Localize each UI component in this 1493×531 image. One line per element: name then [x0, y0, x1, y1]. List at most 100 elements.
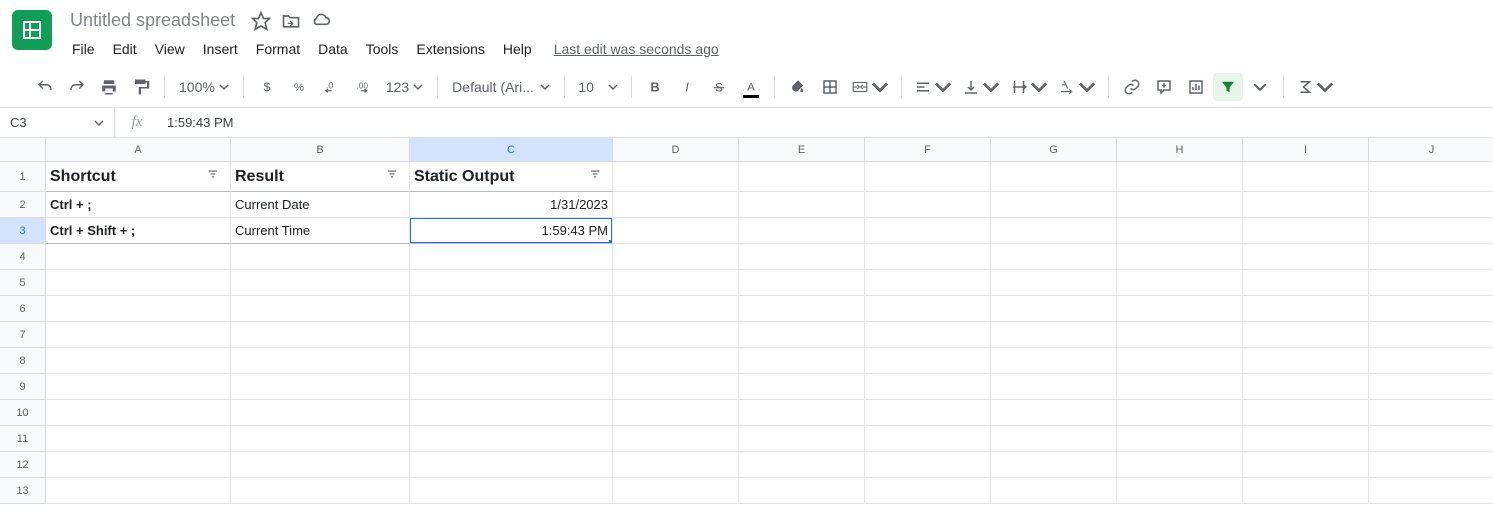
filter-icon[interactable] [385, 167, 405, 186]
cell-F10[interactable] [865, 400, 991, 426]
column-header-D[interactable]: D [613, 138, 739, 162]
cell-A5[interactable] [46, 270, 231, 296]
cell-D9[interactable] [613, 374, 739, 400]
cell-H5[interactable] [1117, 270, 1243, 296]
cell-I9[interactable] [1243, 374, 1369, 400]
cell-J4[interactable] [1369, 244, 1493, 270]
cell-J6[interactable] [1369, 296, 1493, 322]
cell-F9[interactable] [865, 374, 991, 400]
cell-A7[interactable] [46, 322, 231, 348]
move-folder-icon[interactable] [281, 11, 301, 31]
cell-B2[interactable]: Current Date [231, 192, 410, 218]
document-title[interactable]: Untitled spreadsheet [64, 8, 241, 33]
cell-B1[interactable]: Result [231, 162, 410, 192]
cell-F8[interactable] [865, 348, 991, 374]
cell-I2[interactable] [1243, 192, 1369, 218]
cell-C3[interactable]: 1:59:43 PM [410, 218, 613, 244]
cell-A3[interactable]: Ctrl + Shift + ; [46, 218, 231, 244]
filter-icon[interactable] [588, 167, 608, 186]
cell-E11[interactable] [739, 426, 865, 452]
cell-A11[interactable] [46, 426, 231, 452]
merge-cells-button[interactable] [847, 73, 893, 101]
name-box[interactable]: C3 [0, 108, 115, 137]
cell-E5[interactable] [739, 270, 865, 296]
cell-F13[interactable] [865, 478, 991, 504]
redo-button[interactable] [62, 73, 92, 101]
cell-G5[interactable] [991, 270, 1117, 296]
cell-H1[interactable] [1117, 162, 1243, 192]
cell-D6[interactable] [613, 296, 739, 322]
column-header-G[interactable]: G [991, 138, 1117, 162]
select-all-corner[interactable] [0, 138, 46, 162]
cell-J2[interactable] [1369, 192, 1493, 218]
strikethrough-button[interactable]: S [704, 73, 734, 101]
cell-C1[interactable]: Static Output [410, 162, 613, 192]
menu-edit[interactable]: Edit [105, 37, 145, 61]
cell-H2[interactable] [1117, 192, 1243, 218]
cell-A2[interactable]: Ctrl + ; [46, 192, 231, 218]
cell-I12[interactable] [1243, 452, 1369, 478]
cell-C12[interactable] [410, 452, 613, 478]
format-currency-button[interactable]: $ [252, 73, 282, 101]
cell-F3[interactable] [865, 218, 991, 244]
cell-H8[interactable] [1117, 348, 1243, 374]
cell-A8[interactable] [46, 348, 231, 374]
column-header-E[interactable]: E [739, 138, 865, 162]
cell-C7[interactable] [410, 322, 613, 348]
cell-F1[interactable] [865, 162, 991, 192]
cell-G11[interactable] [991, 426, 1117, 452]
cell-D2[interactable] [613, 192, 739, 218]
column-header-F[interactable]: F [865, 138, 991, 162]
cell-J11[interactable] [1369, 426, 1493, 452]
cell-B9[interactable] [231, 374, 410, 400]
fill-handle[interactable] [609, 240, 613, 244]
cell-C4[interactable] [410, 244, 613, 270]
column-header-C[interactable]: C [410, 138, 613, 162]
cell-G3[interactable] [991, 218, 1117, 244]
cell-B3[interactable]: Current Time [231, 218, 410, 244]
last-edit-link[interactable]: Last edit was seconds ago [554, 41, 719, 57]
cell-I5[interactable] [1243, 270, 1369, 296]
row-header-5[interactable]: 5 [0, 270, 46, 296]
cell-E13[interactable] [739, 478, 865, 504]
fill-color-button[interactable] [783, 73, 813, 101]
cell-D11[interactable] [613, 426, 739, 452]
row-header-4[interactable]: 4 [0, 244, 46, 270]
cell-A9[interactable] [46, 374, 231, 400]
column-header-A[interactable]: A [46, 138, 231, 162]
cell-G6[interactable] [991, 296, 1117, 322]
cell-E12[interactable] [739, 452, 865, 478]
undo-button[interactable] [30, 73, 60, 101]
cell-I4[interactable] [1243, 244, 1369, 270]
cell-C11[interactable] [410, 426, 613, 452]
cell-C6[interactable] [410, 296, 613, 322]
cell-B11[interactable] [231, 426, 410, 452]
menu-file[interactable]: File [64, 37, 103, 61]
functions-button[interactable] [1292, 73, 1338, 101]
menu-data[interactable]: Data [310, 37, 356, 61]
cell-I10[interactable] [1243, 400, 1369, 426]
cell-E10[interactable] [739, 400, 865, 426]
cell-A6[interactable] [46, 296, 231, 322]
cell-I6[interactable] [1243, 296, 1369, 322]
format-percent-button[interactable]: % [284, 73, 314, 101]
cell-I3[interactable] [1243, 218, 1369, 244]
cell-J3[interactable] [1369, 218, 1493, 244]
cell-G13[interactable] [991, 478, 1117, 504]
row-header-8[interactable]: 8 [0, 348, 46, 374]
cell-G4[interactable] [991, 244, 1117, 270]
cell-F2[interactable] [865, 192, 991, 218]
text-color-button[interactable]: A [736, 73, 766, 101]
cell-F12[interactable] [865, 452, 991, 478]
cell-B13[interactable] [231, 478, 410, 504]
menu-help[interactable]: Help [495, 37, 540, 61]
cell-B5[interactable] [231, 270, 410, 296]
cell-F6[interactable] [865, 296, 991, 322]
filter-icon[interactable] [206, 167, 226, 186]
cell-G8[interactable] [991, 348, 1117, 374]
cell-I8[interactable] [1243, 348, 1369, 374]
row-header-11[interactable]: 11 [0, 426, 46, 452]
cell-I1[interactable] [1243, 162, 1369, 192]
cell-E8[interactable] [739, 348, 865, 374]
cloud-status-icon[interactable] [311, 11, 331, 31]
